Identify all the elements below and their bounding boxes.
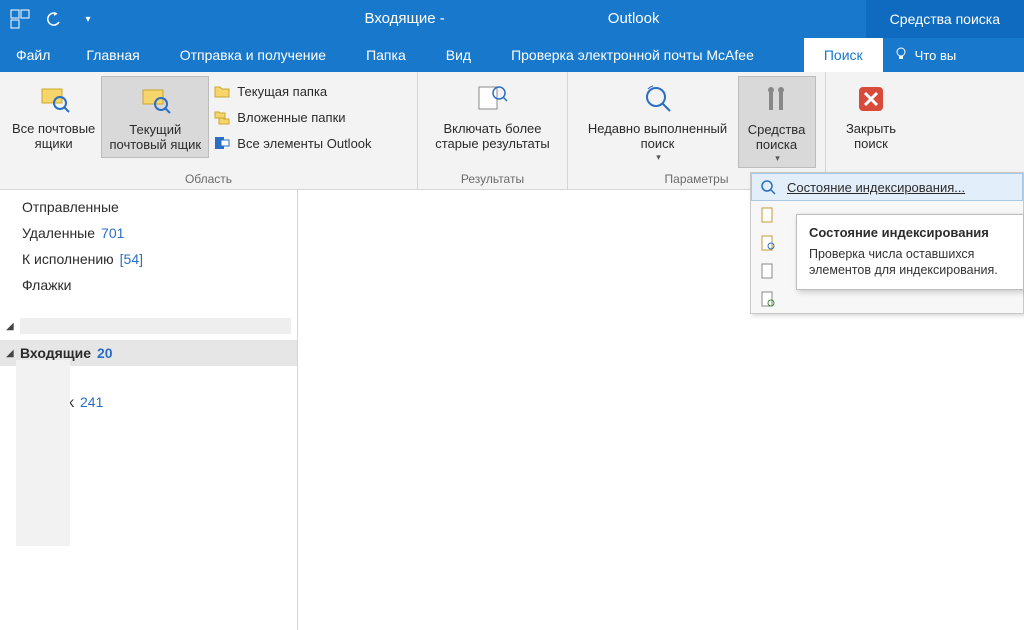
- tab-view[interactable]: Вид: [426, 38, 491, 72]
- folder-todo[interactable]: К исполнению [54]: [0, 246, 297, 272]
- tell-me-label: Что вы: [915, 48, 957, 63]
- ribbon-tabs: Файл Главная Отправка и получение Папка …: [0, 38, 1024, 72]
- group-scope: Все почтовые ящики Текущий почтовый ящик…: [0, 72, 418, 189]
- collapse-icon[interactable]: ◢: [6, 321, 16, 332]
- current-folder-button[interactable]: Текущая папка: [209, 80, 375, 102]
- title-prefix: Входящие -: [365, 10, 445, 28]
- document-icon: [759, 262, 777, 280]
- folder-pane: Отправленные Удаленные 701 К исполнению …: [0, 190, 298, 630]
- redacted-overlay: [16, 360, 70, 546]
- scope-small-buttons: Текущая папка Вложенные папки Все элемен…: [209, 76, 375, 154]
- tab-send-receive[interactable]: Отправка и получение: [160, 38, 346, 72]
- recent-search-icon: [639, 80, 677, 118]
- app-icon[interactable]: [6, 5, 34, 33]
- outlook-items-icon: [213, 134, 231, 152]
- close-search-button[interactable]: Закрыть поиск: [836, 76, 906, 156]
- include-older-button[interactable]: Включать более старые результаты: [428, 76, 558, 156]
- search-tools-button[interactable]: Средства поиска▾: [738, 76, 816, 168]
- group-scope-label: Область: [0, 170, 417, 189]
- mailbox-search-icon: [35, 80, 73, 118]
- close-icon: [852, 80, 890, 118]
- chevron-down-icon: ▾: [656, 152, 661, 162]
- folder-deleted[interactable]: Удаленные 701: [0, 220, 297, 246]
- menu-index-status-label: Состояние индексирования...: [787, 180, 965, 195]
- subfolders-icon: [213, 108, 231, 126]
- clock-search-icon: [474, 80, 512, 118]
- quick-access-toolbar: ▾: [0, 5, 102, 33]
- tooltip-title: Состояние индексирования: [809, 225, 1011, 240]
- separator: [0, 298, 297, 312]
- folder-icon: [213, 82, 231, 100]
- folder-deleted-count: 701: [101, 225, 124, 241]
- qat-more-icon[interactable]: ▾: [74, 5, 102, 33]
- tab-search[interactable]: Поиск: [804, 38, 883, 72]
- folder-deleted-label: Удаленные: [22, 225, 95, 241]
- chevron-down-icon: ▾: [775, 153, 780, 163]
- document-icon: [759, 206, 777, 224]
- search-tools-label: Средства поиска: [748, 123, 806, 153]
- tab-mcafee[interactable]: Проверка электронной почты McAfee: [491, 38, 774, 72]
- context-tab-search-tools[interactable]: Средства поиска: [866, 0, 1024, 38]
- folder-todo-label: К исполнению: [22, 251, 114, 267]
- folder-sent[interactable]: Отправленные: [0, 194, 297, 220]
- subfolders-label: Вложенные папки: [237, 110, 345, 125]
- current-folder-label: Текущая папка: [237, 84, 327, 99]
- folder-inbox-count: 20: [97, 345, 113, 361]
- collapse-icon[interactable]: ◢: [6, 348, 16, 359]
- recent-search-button[interactable]: Недавно выполненный поиск▾: [578, 76, 738, 166]
- all-mailboxes-button[interactable]: Все почтовые ящики: [6, 76, 101, 156]
- search-status-icon: [759, 178, 777, 196]
- include-older-label: Включать более старые результаты: [435, 122, 550, 152]
- current-mailbox-label: Текущий почтовый ящик: [109, 123, 201, 153]
- account-row[interactable]: ◢: [0, 312, 297, 340]
- tab-home[interactable]: Главная: [66, 38, 159, 72]
- close-search-label: Закрыть поиск: [846, 122, 896, 152]
- folder-todo-count: [54]: [120, 251, 143, 267]
- title-redacted: [449, 10, 604, 28]
- group-results-label: Результаты: [418, 170, 567, 189]
- title-bar: ▾ Входящие - Outlook Средства поиска: [0, 0, 1024, 38]
- tooltip-body: Проверка числа оставшихся элементов для …: [809, 246, 1011, 279]
- title-suffix: Outlook: [608, 10, 660, 28]
- folder-flags[interactable]: Флажки: [0, 272, 297, 298]
- current-mailbox-button[interactable]: Текущий почтовый ящик: [101, 76, 209, 158]
- subfolder-sk-count: 241: [80, 394, 103, 410]
- lightbulb-icon: [893, 46, 909, 65]
- tooltip-index-status: Состояние индексирования Проверка числа …: [796, 214, 1024, 290]
- menu-index-status[interactable]: Состояние индексирования...: [751, 173, 1023, 201]
- folder-sent-label: Отправленные: [22, 199, 119, 215]
- subfolders-button[interactable]: Вложенные папки: [209, 106, 375, 128]
- tools-icon: [758, 81, 796, 119]
- all-outlook-items-button[interactable]: Все элементы Outlook: [209, 132, 375, 154]
- account-name-redacted: [20, 318, 291, 334]
- all-mailboxes-label: Все почтовые ящики: [12, 122, 95, 152]
- tab-folder[interactable]: Папка: [346, 38, 426, 72]
- tab-file[interactable]: Файл: [0, 38, 66, 72]
- document-gear-icon: [759, 290, 777, 308]
- folder-inbox-label: Входящие: [20, 345, 91, 361]
- undo-icon[interactable]: [40, 5, 68, 33]
- folder-flags-label: Флажки: [22, 277, 71, 293]
- recent-search-label: Недавно выполненный поиск: [588, 122, 727, 152]
- all-outlook-items-label: Все элементы Outlook: [237, 136, 371, 151]
- mailbox-search-icon: [136, 81, 174, 119]
- tell-me[interactable]: Что вы: [883, 38, 967, 72]
- group-results: Включать более старые результаты Результ…: [418, 72, 568, 189]
- document-search-icon: [759, 234, 777, 252]
